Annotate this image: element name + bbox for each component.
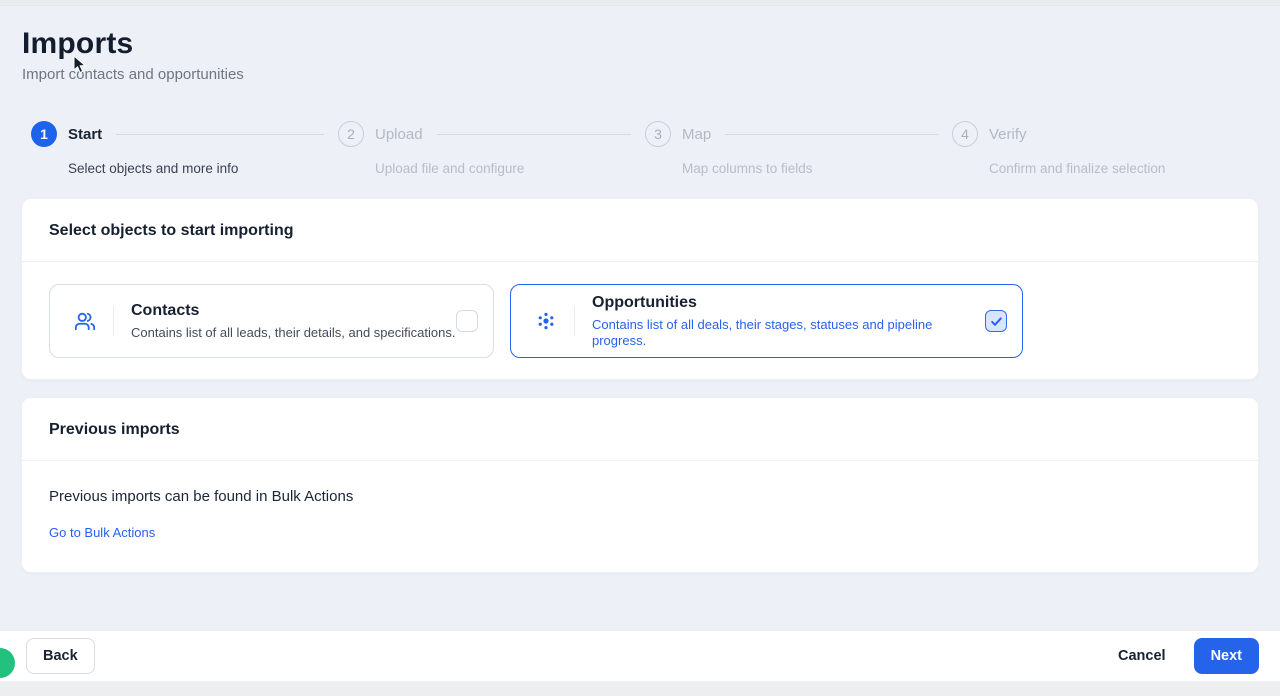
previous-imports-text: Previous imports can be found in Bulk Ac… <box>49 487 1231 506</box>
option-description: Contains list of all leads, their detail… <box>131 325 455 341</box>
step-connector-line <box>116 134 324 135</box>
page-title: Imports <box>22 26 1259 62</box>
next-button[interactable]: Next <box>1194 638 1259 674</box>
stepper-step-map: 3 Map Map columns to fields <box>645 121 952 177</box>
option-title: Opportunities <box>592 293 985 313</box>
step-number-badge: 3 <box>645 121 671 147</box>
step-number-badge: 1 <box>31 121 57 147</box>
burst-icon <box>535 310 557 332</box>
page-header: Imports Import contacts and opportunitie… <box>21 6 1259 85</box>
select-objects-heading: Select objects to start importing <box>49 222 1231 240</box>
option-card-opportunities[interactable]: Opportunities Contains list of all deals… <box>510 284 1023 358</box>
step-connector-line <box>437 134 631 135</box>
step-number-badge: 4 <box>952 121 978 147</box>
footer-action-bar: Back Cancel Next <box>0 630 1280 681</box>
option-card-contacts[interactable]: Contacts Contains list of all leads, the… <box>49 284 494 358</box>
stepper-step-upload: 2 Upload Upload file and configure <box>338 121 645 177</box>
go-to-bulk-actions-link[interactable]: Go to Bulk Actions <box>49 525 155 540</box>
back-button[interactable]: Back <box>26 638 95 674</box>
step-label: Verify <box>989 126 1027 143</box>
users-icon <box>74 310 96 332</box>
step-description: Select objects and more info <box>68 160 338 177</box>
previous-imports-section: Previous imports Previous imports can be… <box>21 397 1259 573</box>
step-connector-line <box>725 134 938 135</box>
vertical-divider <box>113 306 114 336</box>
object-options-row: Contacts Contains list of all leads, the… <box>22 262 1258 379</box>
page-subtitle: Import contacts and opportunities <box>22 65 1259 85</box>
step-description: Map columns to fields <box>682 160 952 177</box>
vertical-divider <box>574 306 575 336</box>
step-label: Start <box>68 126 102 143</box>
previous-imports-header: Previous imports <box>22 398 1258 461</box>
select-objects-header: Select objects to start importing <box>22 199 1258 262</box>
step-number-badge: 2 <box>338 121 364 147</box>
imports-page: { "header": { "title": "Imports", "subti… <box>0 0 1280 696</box>
stepper-step-verify: 4 Verify Confirm and finalize selection <box>952 121 1259 177</box>
option-title: Contacts <box>131 301 455 321</box>
opportunities-checkbox[interactable] <box>985 310 1007 332</box>
contacts-checkbox[interactable] <box>456 310 478 332</box>
previous-imports-body: Previous imports can be found in Bulk Ac… <box>22 461 1258 572</box>
step-label: Map <box>682 126 711 143</box>
select-objects-section: Select objects to start importing Contac… <box>21 198 1259 380</box>
cancel-button[interactable]: Cancel <box>1114 639 1170 673</box>
window-bottom-strip <box>0 681 1280 696</box>
stepper-step-start: 1 Start Select objects and more info <box>31 121 338 177</box>
step-label: Upload <box>375 126 423 143</box>
option-description: Contains list of all deals, their stages… <box>592 317 985 349</box>
step-description: Upload file and configure <box>375 160 645 177</box>
step-description: Confirm and finalize selection <box>989 160 1259 177</box>
previous-imports-heading: Previous imports <box>49 421 1231 439</box>
import-stepper: 1 Start Select objects and more info 2 U… <box>31 121 1259 177</box>
